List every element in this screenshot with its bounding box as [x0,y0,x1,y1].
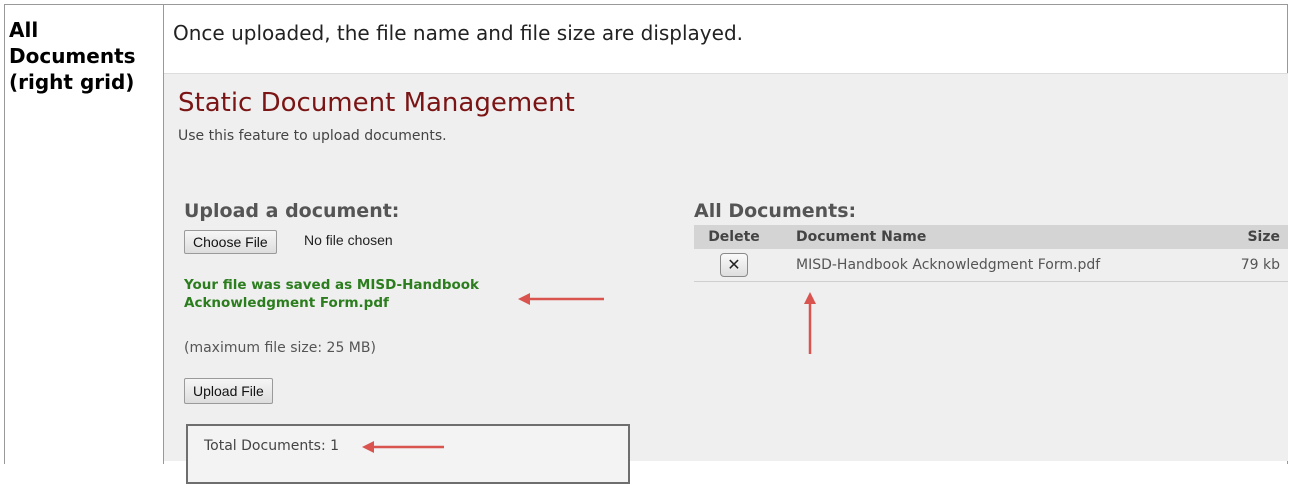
arrow-to-total-documents [362,441,444,453]
instruction-table: All Documents (right grid) Once uploaded… [4,4,1288,484]
screenshot-panel: Static Document Management Use this feat… [164,73,1288,484]
description: Once uploaded, the file name and file si… [173,21,743,45]
arrow-to-document-name [804,292,816,354]
row-label: All Documents (right grid) [9,18,136,94]
annotation-arrows [362,292,816,453]
arrow-to-saved-message [518,293,604,305]
